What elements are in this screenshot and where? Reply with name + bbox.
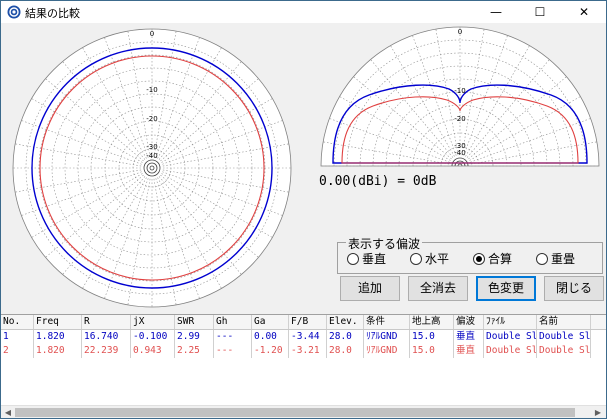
radio-icon [536, 252, 548, 265]
column-header[interactable]: 条件 [364, 315, 410, 329]
column-header[interactable]: F/B [289, 315, 327, 329]
half-plot-db-label: -10 [454, 87, 465, 95]
table-cell: 2 [1, 344, 34, 358]
window-title: 結果の比較 [25, 7, 80, 20]
column-header[interactable]: Elev. [327, 315, 364, 329]
app-icon [7, 5, 21, 19]
table-cell: 垂直 [454, 344, 484, 358]
table-cell: ﾘｱﾙGND [364, 344, 410, 358]
table-cell: 22.239 [82, 344, 131, 358]
table-cell: 0.943 [131, 344, 175, 358]
horizontal-pattern-plot [13, 29, 291, 307]
table-row[interactable]: 2 1.820 22.239 0.943 2.25 --- -1.20 -3.21 28.0 ﾘｱ… [1, 344, 606, 358]
table-cell: 2.25 [175, 344, 214, 358]
column-header[interactable]: No. [1, 315, 34, 329]
table-cell: 15.0 [410, 330, 454, 344]
table-cell: Double Sl [539, 344, 591, 358]
close-window-button[interactable]: ✕ [562, 1, 606, 23]
column-header[interactable]: Freq [34, 315, 82, 329]
close-button[interactable]: 閉じる [544, 276, 604, 301]
radio-overlay-label: 重畳 [551, 252, 576, 266]
radio-selected-icon [473, 252, 485, 265]
maximize-button[interactable]: ☐ [518, 1, 562, 23]
table-cell: 1.820 [34, 330, 82, 344]
radio-icon [410, 252, 422, 265]
radio-horizontal[interactable]: 水平 [410, 250, 449, 267]
column-header[interactable]: R [82, 315, 131, 329]
full-plot-db-label: -40 [146, 152, 157, 160]
table-header-row: No. Freq RjX SWR Gh Ga F/B Elev. 条件 地上高 偏波 ﾌｧｲﾙ 名前 [1, 315, 606, 330]
table-cell: Double Slo [486, 330, 537, 344]
half-plot-db-label: -20 [454, 115, 465, 123]
add-button[interactable]: 追加 [340, 276, 400, 301]
full-plot-db-label: -30 [146, 143, 157, 151]
table-cell: 垂直 [454, 330, 484, 344]
column-header[interactable]: 名前 [537, 315, 591, 329]
table-cell: -3.44 [289, 330, 327, 344]
radio-combined[interactable]: 合算 [473, 250, 512, 267]
column-header[interactable]: 偏波 [454, 315, 484, 329]
column-header[interactable]: SWR [175, 315, 214, 329]
table-cell: ﾘｱﾙGND [364, 330, 410, 344]
table-cell: --- [214, 344, 252, 358]
table-cell: -1.20 [252, 344, 289, 358]
results-table: No. Freq RjX SWR Gh Ga F/B Elev. 条件 地上高 偏波 ﾌｧｲﾙ 名前 1… [1, 314, 606, 407]
radio-overlay[interactable]: 重畳 [536, 250, 575, 267]
color-change-button[interactable]: 色変更 [476, 276, 536, 301]
radio-horizontal-label: 水平 [425, 252, 450, 266]
table-cell: 28.0 [327, 344, 364, 358]
table-cell: 16.740 [82, 330, 131, 344]
table-cell: 2.99 [175, 330, 214, 344]
full-plot-db-label: 0 [150, 30, 154, 38]
half-plot-db-label: -40 [454, 149, 465, 157]
radio-icon [347, 252, 359, 265]
column-header[interactable]: ﾌｧｲﾙ [484, 315, 537, 329]
table-cell: 1 [1, 330, 34, 344]
column-header[interactable]: jX [131, 315, 175, 329]
column-header[interactable]: Gh [214, 315, 252, 329]
radio-combined-label: 合算 [488, 252, 513, 266]
clear-all-button[interactable]: 全消去 [408, 276, 468, 301]
table-cell: 15.0 [410, 344, 454, 358]
table-cell: -3.21 [289, 344, 327, 358]
table-cell: 28.0 [327, 330, 364, 344]
scroll-right-icon[interactable]: ▶ [592, 407, 604, 418]
table-cell: --- [214, 330, 252, 344]
radio-vertical-label: 垂直 [362, 252, 387, 266]
table-cell: 0.00 [252, 330, 289, 344]
radio-vertical[interactable]: 垂直 [347, 250, 386, 267]
table-cell: Double Sl [539, 330, 591, 344]
horizontal-scrollbar[interactable]: ◀ ▶ [1, 405, 606, 418]
table-cell: 1.820 [34, 344, 82, 358]
scrollbar-thumb[interactable] [15, 408, 575, 417]
column-header[interactable]: 地上高 [410, 315, 454, 329]
table-row[interactable]: 1 1.820 16.740 -0.100 2.99 --- 0.00 -3.44 28.0 ﾘｱ… [1, 330, 606, 344]
compare-results-window: 結果の比較 — ☐ ✕ 0 -10 -20 -30 -40 0 -10 -20 -30 -40 … [0, 0, 607, 419]
minimize-button[interactable]: — [474, 1, 518, 23]
column-header[interactable]: Ga [252, 315, 289, 329]
full-plot-db-label: -20 [146, 115, 157, 123]
table-cell: -0.100 [131, 330, 175, 344]
table-cell: Double Slo [486, 344, 537, 358]
scroll-left-icon[interactable]: ◀ [2, 407, 14, 418]
full-plot-db-label: -10 [146, 86, 157, 94]
half-plot-db-label: 0 [458, 28, 462, 36]
title-bar: 結果の比較 — ☐ ✕ [1, 1, 606, 23]
gain-readout: 0.00(dBi) = 0dB [319, 174, 437, 189]
